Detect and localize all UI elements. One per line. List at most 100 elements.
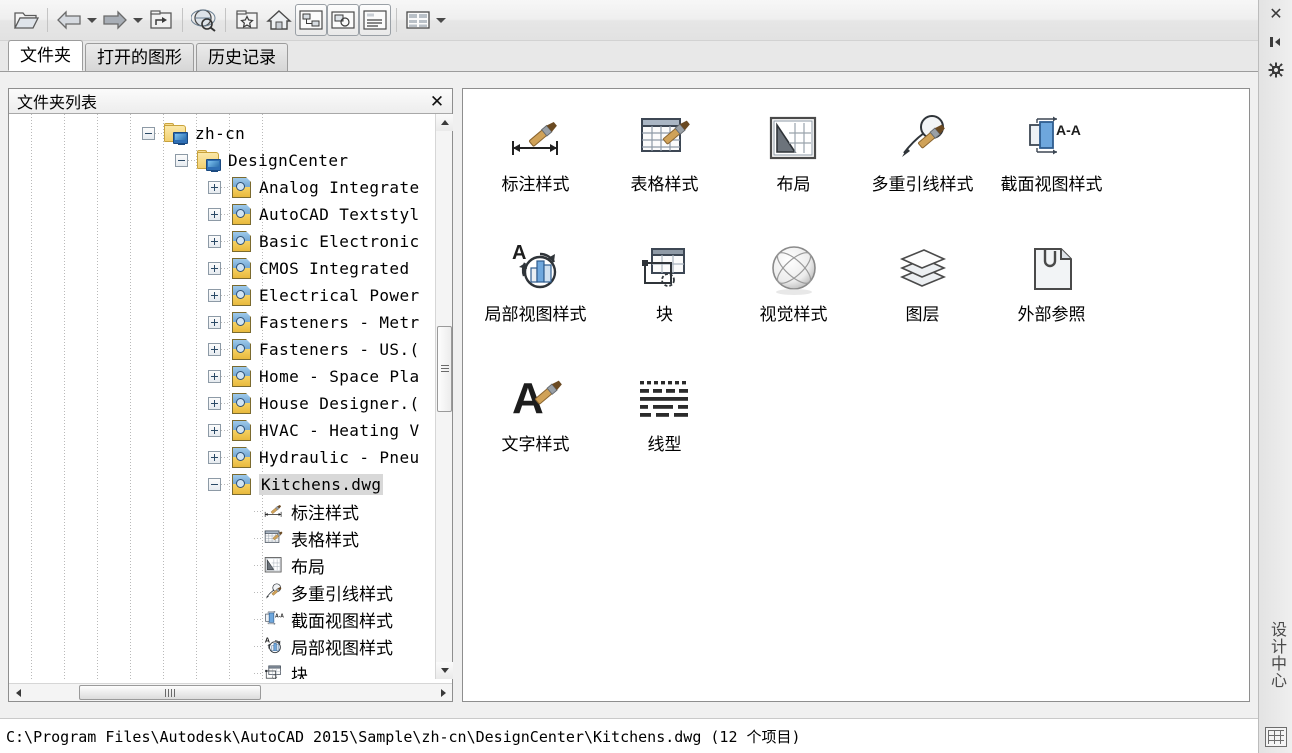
content-item-text-style[interactable]: A文字样式 [471, 359, 600, 489]
back-button[interactable] [53, 4, 85, 36]
status-path-text: C:\Program Files\Autodesk\AutoCAD 2015\S… [6, 726, 801, 747]
palette-autohide-icon[interactable] [1259, 28, 1292, 56]
tree-node[interactable]: 表格样式 [241, 525, 359, 552]
tree-node[interactable]: 标注样式 [241, 498, 359, 525]
back-dropdown-button[interactable] [85, 4, 99, 36]
content-item-visual-style[interactable]: 视觉样式 [729, 229, 858, 359]
expand-plus-icon[interactable] [208, 451, 221, 464]
load-button[interactable] [10, 4, 42, 36]
tree-hscroll-thumb[interactable] [79, 685, 261, 700]
tree-node[interactable]: 多重引线样式 [241, 579, 393, 606]
content-item-section-view-style[interactable]: A-A截面视图样式 [987, 99, 1116, 229]
search-globe-icon [191, 8, 217, 32]
tree-connector [221, 187, 230, 188]
dwg-file-icon [230, 447, 254, 469]
tree-node-label: 多重引线样式 [291, 580, 393, 605]
folder-tree-canvas: zh-cnDesignCenterAnalog Integrate AutoCAD… [9, 114, 452, 679]
description-button[interactable] [359, 4, 391, 36]
scroll-right-arrow-icon[interactable] [434, 684, 452, 701]
tree-node[interactable]: HVAC - Heating V [208, 417, 420, 444]
expand-plus-icon[interactable] [208, 235, 221, 248]
content-item-label: 块 [609, 305, 721, 326]
close-icon[interactable]: ✕ [428, 92, 446, 110]
tree-node[interactable]: A局部视图样式 [241, 633, 393, 660]
tree-node[interactable]: CMOS Integrated [208, 255, 410, 282]
scroll-left-arrow-icon[interactable] [9, 684, 27, 701]
tree-node[interactable]: Analog Integrate [208, 174, 420, 201]
content-item-layers[interactable]: 图层 [858, 229, 987, 359]
expand-plus-icon[interactable] [208, 343, 221, 356]
content-item-layout[interactable]: 布局 [729, 99, 858, 229]
right-rail: ✕ 设计中心 [1258, 0, 1292, 753]
tree-connector [221, 349, 230, 350]
content-item-detail-view-style[interactable]: A局部视图样式 [471, 229, 600, 359]
palette-properties-icon[interactable] [1259, 56, 1292, 84]
tree-node[interactable]: A-A截面视图样式 [241, 606, 393, 633]
tree-node[interactable]: AutoCAD Textstyl [208, 201, 420, 228]
content-item-linetype[interactable]: 线型 [600, 359, 729, 489]
palette-title-vertical: 设计中心 [1259, 600, 1292, 710]
search-button[interactable] [188, 4, 220, 36]
home-button[interactable] [263, 4, 295, 36]
folder-tree[interactable]: zh-cnDesignCenterAnalog Integrate AutoCAD… [9, 114, 452, 679]
expand-plus-icon[interactable] [208, 424, 221, 437]
dwg-file-icon [230, 204, 254, 226]
tree-node[interactable]: 布局 [241, 552, 325, 579]
tree-vertical-scrollbar[interactable] [435, 114, 452, 679]
tree-node[interactable]: Electrical Power [208, 282, 420, 309]
expand-plus-icon[interactable] [208, 262, 221, 275]
tree-node[interactable]: Basic Electronic [208, 228, 420, 255]
tree-view-toggle-button[interactable] [295, 4, 327, 36]
content-item-multileader-style[interactable]: 多重引线样式 [858, 99, 987, 229]
favorites-button[interactable] [231, 4, 263, 36]
tree-node[interactable]: Hydraulic - Pneu [208, 444, 420, 471]
content-item-block[interactable]: 块 [600, 229, 729, 359]
content-item-label: 标注样式 [480, 175, 592, 196]
forward-dropdown-button[interactable] [131, 4, 145, 36]
multileader-style-icon [894, 111, 952, 169]
expand-plus-icon[interactable] [208, 370, 221, 383]
views-dropdown-button[interactable] [434, 4, 448, 36]
views-button[interactable] [402, 4, 434, 36]
forward-button[interactable] [99, 4, 131, 36]
content-item-xref[interactable]: 外部参照 [987, 229, 1116, 359]
collapse-minus-icon[interactable] [175, 154, 188, 167]
tree-node[interactable]: zh-cn [142, 120, 245, 147]
tree-vscroll-thumb[interactable] [437, 326, 452, 412]
content-item-dimension-style[interactable]: 标注样式 [471, 99, 600, 229]
folder-list-panel: 文件夹列表 ✕ zh-cnDesignCenterAnalog Integrat… [8, 88, 453, 702]
tab-open-drawings[interactable]: 打开的图形 [85, 43, 194, 71]
tree-connector [221, 457, 230, 458]
layers-icon [894, 241, 952, 299]
palette-close-icon[interactable]: ✕ [1259, 0, 1292, 28]
scroll-down-arrow-icon[interactable] [436, 662, 453, 679]
palette-grid-icon[interactable] [1265, 727, 1287, 747]
tab-history[interactable]: 历史记录 [196, 43, 288, 71]
tree-node-label: AutoCAD Textstyl [259, 205, 420, 224]
tree-node[interactable]: 块 [241, 660, 308, 679]
expand-plus-icon[interactable] [208, 208, 221, 221]
collapse-minus-icon[interactable] [208, 478, 221, 491]
expand-plus-icon[interactable] [208, 316, 221, 329]
content-panel[interactable]: 标注样式表格样式布局多重引线样式A-A截面视图样式 A局部视图样式块视觉样式图层外… [462, 88, 1250, 702]
tree-connector [221, 295, 230, 296]
tree-node[interactable]: Fasteners - US.( [208, 336, 420, 363]
content-item-table-style[interactable]: 表格样式 [600, 99, 729, 229]
scroll-up-arrow-icon[interactable] [436, 114, 453, 131]
preview-button[interactable] [327, 4, 359, 36]
folder-list-title: 文件夹列表 [17, 89, 428, 113]
expand-plus-icon[interactable] [208, 289, 221, 302]
expand-plus-icon[interactable] [208, 397, 221, 410]
tab-folders[interactable]: 文件夹 [8, 40, 83, 71]
up-button[interactable] [145, 4, 177, 36]
tree-horizontal-scrollbar[interactable] [9, 683, 452, 701]
collapse-minus-icon[interactable] [142, 127, 155, 140]
tree-node[interactable]: DesignCenter [175, 147, 348, 174]
expand-plus-icon[interactable] [208, 181, 221, 194]
tree-node[interactable]: Fasteners - Metr [208, 309, 420, 336]
tree-node[interactable]: Kitchens.dwg [208, 471, 383, 498]
tree-node[interactable]: Home - Space Pla [208, 363, 420, 390]
content-item-label: 图层 [867, 305, 979, 326]
tree-node[interactable]: House Designer.( [208, 390, 420, 417]
dwg-file-icon [230, 231, 254, 253]
